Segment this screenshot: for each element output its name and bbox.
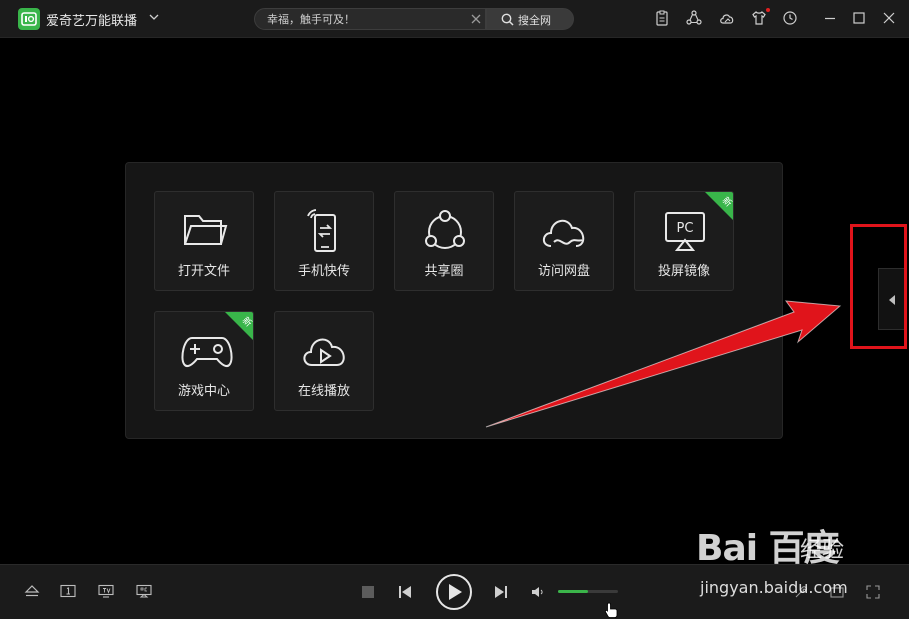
volume-slider-fill	[558, 590, 588, 593]
minimize-icon[interactable]	[822, 10, 838, 26]
share-network-icon[interactable]	[686, 10, 702, 26]
open-file-tile[interactable]: 打开文件	[154, 191, 254, 291]
screen-mirror-tile[interactable]: PC 投屏镜像 新	[634, 191, 734, 291]
close-icon[interactable]	[881, 10, 897, 26]
tile-label: 在线播放	[297, 384, 350, 399]
subtitle-icon[interactable]	[60, 584, 76, 598]
share-circle-tile[interactable]: 共享圈	[394, 191, 494, 291]
screen-mirror-pc-text: PC	[677, 221, 694, 236]
tile-label: 访问网盘	[537, 264, 590, 279]
mouse-cursor-icon	[604, 602, 618, 618]
screen-mirror-small-icon[interactable]	[136, 584, 152, 598]
fullscreen-icon[interactable]	[866, 585, 880, 599]
clipboard-icon[interactable]	[654, 10, 670, 26]
volume-icon[interactable]	[531, 585, 545, 599]
tile-label: 游戏中心	[177, 384, 230, 399]
app-logo-icon[interactable]	[18, 8, 40, 30]
app-title[interactable]: 爱奇艺万能联播	[46, 10, 137, 29]
tile-label: 投屏镜像	[657, 264, 710, 279]
phone-transfer-tile[interactable]: 手机快传	[274, 191, 374, 291]
tshirt-skin-icon[interactable]	[751, 10, 767, 26]
search-box	[254, 8, 486, 30]
cloud-drive-tile[interactable]: 访问网盘	[514, 191, 614, 291]
online-play-tile[interactable]: 在线播放	[274, 311, 374, 411]
chevron-down-icon[interactable]	[148, 11, 160, 23]
stop-icon[interactable]	[362, 586, 374, 598]
annotation-arrow-icon	[485, 300, 842, 428]
next-icon[interactable]	[494, 585, 508, 599]
previous-icon[interactable]	[398, 585, 412, 599]
title-bar: 爱奇艺万能联播 搜全网	[0, 0, 909, 38]
annotation-highlight-box	[850, 224, 907, 349]
tile-label: 共享圈	[424, 264, 464, 279]
search-all-button[interactable]: 搜全网	[486, 8, 574, 30]
watermark-url: jingyan.baidu.com	[700, 578, 848, 597]
volume-slider[interactable]	[558, 590, 618, 593]
eject-icon[interactable]	[24, 584, 40, 598]
cast-tv-icon[interactable]	[98, 584, 114, 598]
share-circle-icon	[425, 210, 465, 249]
folder-icon	[184, 215, 228, 245]
tile-label: 手机快传	[297, 264, 350, 279]
play-icon[interactable]	[435, 573, 473, 611]
cloud-upload-icon[interactable]	[719, 10, 735, 26]
tile-label: 打开文件	[177, 264, 230, 279]
clear-icon[interactable]	[471, 14, 481, 24]
game-center-tile[interactable]: 游戏中心 新	[154, 311, 254, 411]
notification-dot	[766, 8, 770, 12]
search-icon	[501, 13, 514, 26]
screen-mirror-icon: PC	[665, 212, 705, 251]
phone-transfer-icon	[307, 209, 336, 252]
watermark-brand: 经验	[800, 538, 845, 563]
cloud-drive-icon	[542, 219, 585, 247]
new-badge: 新	[225, 312, 253, 340]
maximize-icon[interactable]	[851, 10, 867, 26]
history-clock-icon[interactable]	[782, 10, 798, 26]
search-button-label: 搜全网	[518, 14, 551, 27]
cloud-play-icon	[303, 338, 345, 366]
new-badge: 新	[705, 192, 733, 220]
search-input[interactable]	[267, 11, 463, 27]
